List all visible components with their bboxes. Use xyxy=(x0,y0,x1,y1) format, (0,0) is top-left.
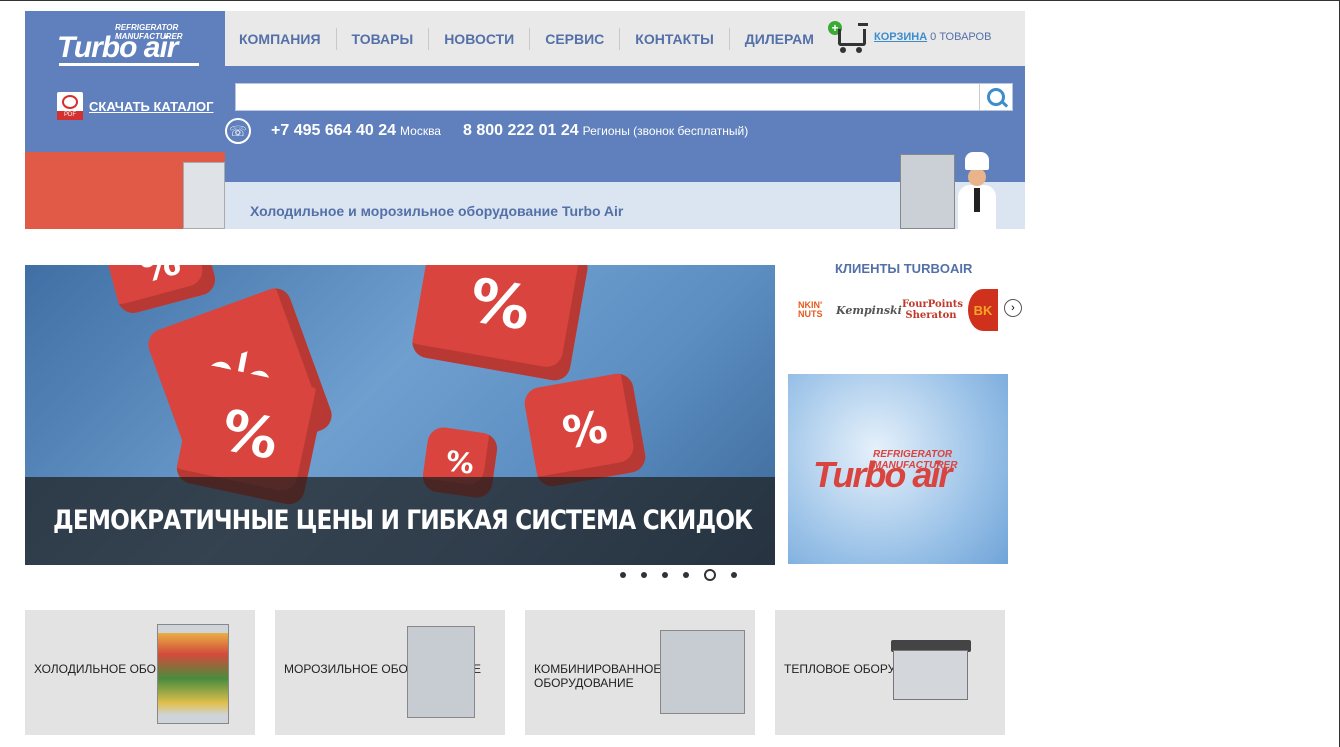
search-icon xyxy=(987,88,1005,106)
phone-moscow[interactable]: +7 495 664 40 24 xyxy=(271,122,396,140)
search-button[interactable] xyxy=(979,84,1012,110)
search-bar-area: ☏ +7 495 664 40 24 Москва 8 800 222 01 2… xyxy=(225,66,1025,152)
client-logo-kempinski[interactable]: Kempinski xyxy=(836,304,902,317)
nav-item-products[interactable]: ТОВАРЫ xyxy=(337,27,430,50)
nav-item-news[interactable]: НОВОСТИ xyxy=(429,27,531,50)
discount-die: % xyxy=(522,371,648,489)
banner-text: Холодильное и морозильное оборудование T… xyxy=(250,203,624,219)
phone-regions[interactable]: 8 800 222 01 24 xyxy=(463,122,579,140)
chevron-right-icon[interactable]: › xyxy=(1004,299,1022,317)
nav-item-contacts[interactable]: КОНТАКТЫ xyxy=(620,27,730,50)
phone-moscow-label: Москва xyxy=(400,124,441,138)
fridge-glass-image xyxy=(157,624,229,724)
nav-item-dealers[interactable]: ДИЛЕРАМ xyxy=(730,28,829,50)
freezer-image xyxy=(407,626,475,718)
cart[interactable]: + КОРЗИНА 0 ТОВАРОВ xyxy=(828,21,991,53)
catalog-download[interactable]: PDF СКАЧАТЬ КАТАЛОГ xyxy=(57,92,213,120)
promo-logo: Turbo air xyxy=(813,454,952,495)
clients-carousel: NKIN' NUTS Kempinski FourPoints Sheraton… xyxy=(798,287,998,333)
nav-item-service[interactable]: СЕРВИС xyxy=(530,27,621,50)
fridge-image xyxy=(183,162,225,229)
promo-banner[interactable]: REFRIGERATOR MANUFACTURER Turbo air xyxy=(788,374,1008,564)
slider-dot[interactable] xyxy=(731,572,737,578)
phone-icon: ☏ xyxy=(225,118,251,144)
phone-numbers: ☏ +7 495 664 40 24 Москва 8 800 222 01 2… xyxy=(225,118,748,144)
slider-caption: ДЕМОКРАТИЧНЫЕ ЦЕНЫ И ГИБКАЯ СИСТЕМА СКИД… xyxy=(25,477,775,565)
client-logo-fourpoints[interactable]: FourPoints Sheraton xyxy=(902,299,963,321)
cart-count: 0 ТОВАРОВ xyxy=(930,31,992,43)
category-heating[interactable]: ТЕПЛОВОЕ ОБОРУДОВАНИЕ xyxy=(775,610,1005,735)
slider-dot[interactable] xyxy=(620,572,626,578)
slider-caption-text: ДЕМОКРАТИЧНЫЕ ЦЕНЫ И ГИБКАЯ СИСТЕМА СКИД… xyxy=(53,505,753,536)
nav-item-company[interactable]: КОМПАНИЯ xyxy=(225,27,337,50)
client-logo-burgerking[interactable]: BK xyxy=(968,289,998,331)
main-nav: КОМПАНИЯ ТОВАРЫ НОВОСТИ СЕРВИС КОНТАКТЫ … xyxy=(225,11,1025,66)
category-cooling[interactable]: ХОЛОДИЛЬНОЕ ОБОРУДОВАНИЕ xyxy=(25,610,255,735)
logo-underline xyxy=(59,63,199,66)
slider-dot[interactable] xyxy=(641,572,647,578)
banner-red-block xyxy=(25,152,225,229)
chef-fridge-image xyxy=(900,154,955,229)
category-combined[interactable]: КОМБИНИРОВАННОЕ ОБОРУДОВАНИЕ xyxy=(525,610,755,735)
phone-regions-label: Регионы (звонок бесплатный) xyxy=(582,124,749,138)
client-logo-nuts[interactable]: NKIN' NUTS xyxy=(798,301,828,319)
discount-die: % xyxy=(101,265,219,317)
cart-link[interactable]: КОРЗИНА xyxy=(874,31,927,43)
slider-dot[interactable] xyxy=(683,572,689,578)
stove-image xyxy=(893,650,968,700)
slider-dot-active[interactable] xyxy=(704,569,716,581)
catalog-link[interactable]: СКАЧАТЬ КАТАЛОГ xyxy=(89,99,213,114)
clients-title: КЛИЕНТЫ TURBOAIR xyxy=(835,261,973,276)
search-box xyxy=(235,83,1013,111)
slider-dots xyxy=(620,569,737,581)
combined-unit-image xyxy=(660,630,745,714)
category-freezing[interactable]: МОРОЗИЛЬНОЕ ОБОРУДОВАНИЕ xyxy=(275,610,505,735)
logo-panel: REFRIGERATOR MANUFACTURER Turbo air PDF … xyxy=(25,11,225,152)
pdf-icon: PDF xyxy=(57,92,83,120)
header-banner: Холодильное и морозильное оборудование T… xyxy=(25,152,1025,229)
hero-slider[interactable]: % % % % % % ДЕМОКРАТИЧНЫЕ ЦЕНЫ И ГИБКАЯ … xyxy=(25,265,775,565)
chef-image xyxy=(955,152,1000,229)
cart-icon[interactable]: + xyxy=(828,21,870,53)
search-input[interactable] xyxy=(236,84,988,108)
slider-dot[interactable] xyxy=(662,572,668,578)
discount-die: % xyxy=(409,265,591,383)
logo[interactable]: Turbo air xyxy=(57,31,178,65)
